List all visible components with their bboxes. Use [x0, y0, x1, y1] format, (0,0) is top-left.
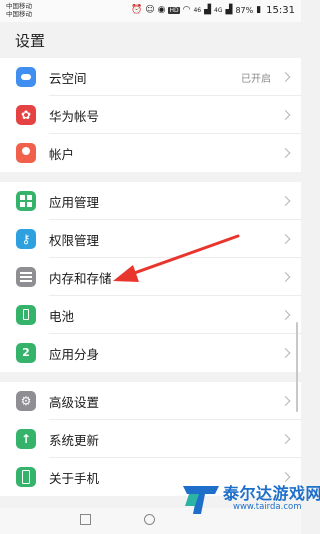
settings-item-permissions[interactable]: 权限管理 — [0, 220, 301, 258]
settings-item-label: 高级设置 — [49, 394, 100, 410]
signal-icon: ▟ — [225, 5, 233, 15]
hd-badge: HD — [168, 6, 180, 14]
home-icon[interactable] — [144, 514, 155, 525]
settings-item-label: 内存和存储 — [49, 270, 112, 286]
app-twin-icon — [16, 343, 36, 363]
settings-item-apps[interactable]: 应用管理 — [0, 182, 301, 220]
settings-group-account: 云空间 已开启 华为帐号 帐户 — [0, 58, 301, 172]
settings-item-label: 关于手机 — [49, 470, 100, 486]
eye-icon: ◉ — [157, 5, 166, 15]
battery-percent: 87% — [235, 5, 254, 15]
watermark-url: www.tairda.com — [233, 502, 302, 512]
chevron-right-icon — [280, 110, 291, 120]
watermark-name: 泰尔达游戏网 — [223, 484, 320, 503]
settings-item-update[interactable]: 系统更新 — [0, 420, 301, 458]
chevron-right-icon — [280, 310, 291, 320]
carrier-1: 中国移动 — [6, 2, 32, 10]
settings-item-label: 云空间 — [49, 70, 87, 86]
watermark-logo-icon — [183, 486, 219, 514]
settings-item-value: 已开启 — [241, 73, 271, 85]
settings-group-apps: 应用管理 权限管理 内存和存储 电池 应用分身 — [0, 182, 301, 372]
settings-item-cloud[interactable]: 云空间 已开启 — [0, 58, 301, 96]
carrier-2: 中国移动 — [6, 10, 32, 18]
alarm-icon: ⏰ — [131, 5, 143, 15]
chevron-right-icon — [280, 72, 291, 82]
settings-item-label: 华为帐号 — [49, 108, 100, 124]
settings-item-label: 应用分身 — [49, 346, 100, 362]
chevron-right-icon — [280, 148, 291, 158]
status-icons: ⏰ ☺ ◉ HD ◠ 46 ▟ 4G ▟ 87% ▮ 15:31 — [131, 3, 295, 17]
signal-icon: ▟ — [204, 5, 212, 15]
face-icon: ☺ — [145, 5, 155, 15]
update-icon — [16, 429, 36, 449]
settings-item-label: 电池 — [49, 308, 75, 324]
battery-icon: ▮ — [256, 5, 262, 15]
watermark: 泰尔达游戏网 www.tairda.com — [179, 470, 320, 526]
settings-item-label: 帐户 — [49, 146, 75, 162]
page-title: 设置 — [15, 32, 46, 50]
chevron-right-icon — [280, 196, 291, 206]
chevron-right-icon — [280, 234, 291, 244]
key-icon — [16, 229, 36, 249]
settings-item-label: 权限管理 — [49, 232, 100, 248]
huawei-icon — [16, 105, 36, 125]
apps-icon — [16, 191, 36, 211]
scrollbar[interactable] — [296, 322, 298, 412]
status-bar: 中国移动 中国移动 ⏰ ☺ ◉ HD ◠ 46 ▟ 4G ▟ 87% ▮ 15:… — [0, 0, 301, 22]
settings-item-storage[interactable]: 内存和存储 — [0, 258, 301, 296]
settings-item-label: 应用管理 — [49, 194, 100, 210]
account-icon — [16, 143, 36, 163]
chevron-right-icon — [280, 272, 291, 282]
network-2: 4G — [214, 6, 223, 14]
settings-item-accounts[interactable]: 帐户 — [0, 134, 301, 172]
phone-icon — [16, 467, 36, 487]
cloud-icon — [16, 67, 36, 87]
chevron-right-icon — [280, 434, 291, 444]
status-time: 15:31 — [266, 4, 295, 16]
chevron-right-icon — [280, 396, 291, 406]
gear-icon — [16, 391, 36, 411]
settings-item-app-twin[interactable]: 应用分身 — [0, 334, 301, 372]
settings-item-battery[interactable]: 电池 — [0, 296, 301, 334]
wifi-icon: ◠ — [182, 5, 191, 15]
settings-item-label: 系统更新 — [49, 432, 100, 448]
battery-icon — [16, 305, 36, 325]
chevron-right-icon — [280, 348, 291, 358]
recent-apps-icon[interactable] — [80, 514, 91, 525]
settings-item-advanced[interactable]: 高级设置 — [0, 382, 301, 420]
carrier-info: 中国移动 中国移动 — [6, 2, 32, 18]
storage-icon — [16, 267, 36, 287]
network-1: 46 — [193, 6, 202, 14]
settings-item-huawei-id[interactable]: 华为帐号 — [0, 96, 301, 134]
